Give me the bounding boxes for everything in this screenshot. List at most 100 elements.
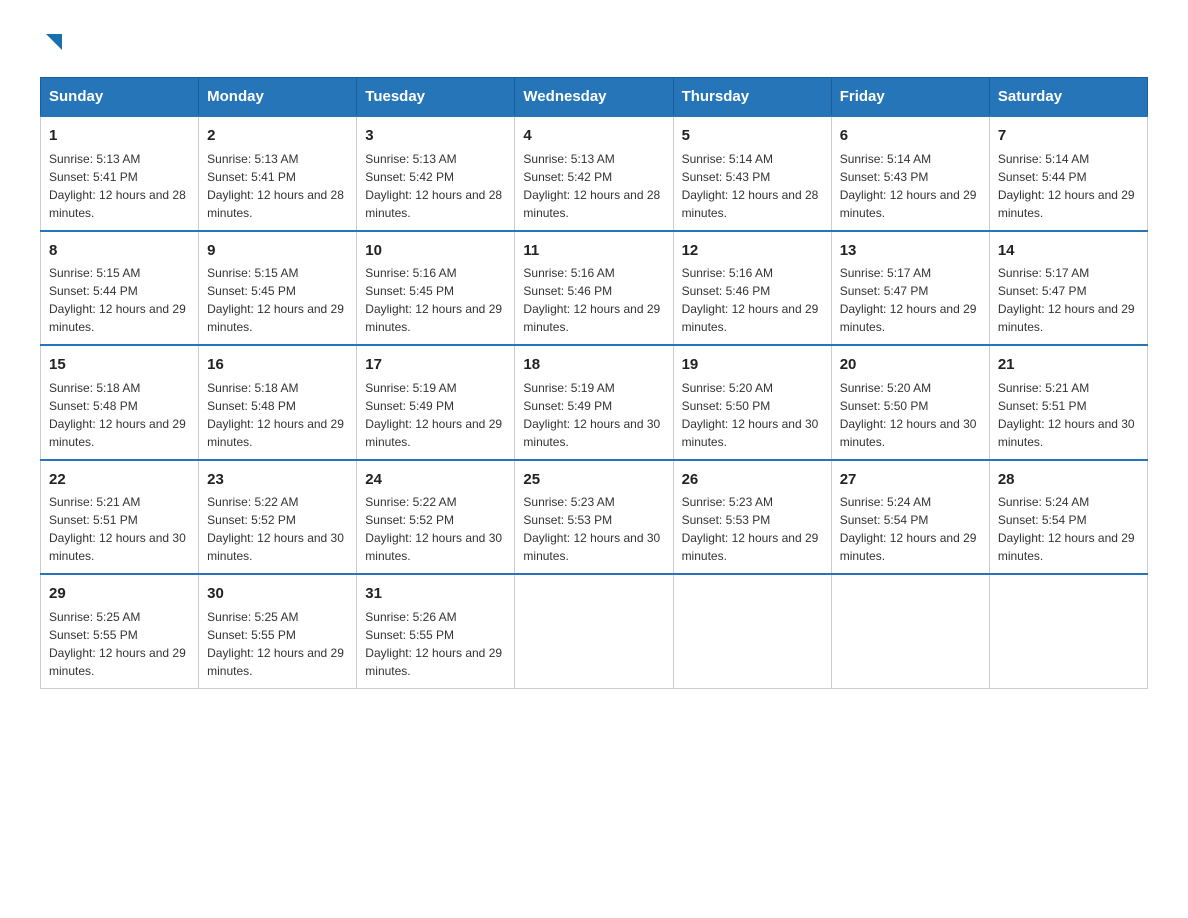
day-number: 14	[998, 240, 1139, 263]
day-number: 13	[840, 240, 981, 263]
day-info: Sunrise: 5:18 AMSunset: 5:48 PMDaylight:…	[207, 379, 348, 451]
day-number: 7	[998, 125, 1139, 148]
day-number: 29	[49, 583, 190, 606]
calendar-cell: 18Sunrise: 5:19 AMSunset: 5:49 PMDayligh…	[515, 345, 673, 460]
day-number: 18	[523, 354, 664, 377]
day-number: 19	[682, 354, 823, 377]
day-number: 1	[49, 125, 190, 148]
calendar-cell	[831, 574, 989, 688]
calendar-header-row: SundayMondayTuesdayWednesdayThursdayFrid…	[41, 78, 1148, 117]
day-info: Sunrise: 5:13 AMSunset: 5:41 PMDaylight:…	[207, 150, 348, 222]
day-number: 4	[523, 125, 664, 148]
calendar-week-row: 8Sunrise: 5:15 AMSunset: 5:44 PMDaylight…	[41, 231, 1148, 346]
calendar-table: SundayMondayTuesdayWednesdayThursdayFrid…	[40, 77, 1148, 689]
day-info: Sunrise: 5:20 AMSunset: 5:50 PMDaylight:…	[840, 379, 981, 451]
calendar-cell: 6Sunrise: 5:14 AMSunset: 5:43 PMDaylight…	[831, 116, 989, 231]
day-number: 9	[207, 240, 348, 263]
calendar-cell: 7Sunrise: 5:14 AMSunset: 5:44 PMDaylight…	[989, 116, 1147, 231]
day-number: 11	[523, 240, 664, 263]
day-number: 12	[682, 240, 823, 263]
logo-triangle-icon	[42, 30, 64, 52]
column-header-friday: Friday	[831, 78, 989, 117]
day-info: Sunrise: 5:23 AMSunset: 5:53 PMDaylight:…	[682, 493, 823, 565]
day-info: Sunrise: 5:20 AMSunset: 5:50 PMDaylight:…	[682, 379, 823, 451]
calendar-week-row: 15Sunrise: 5:18 AMSunset: 5:48 PMDayligh…	[41, 345, 1148, 460]
calendar-cell: 15Sunrise: 5:18 AMSunset: 5:48 PMDayligh…	[41, 345, 199, 460]
calendar-cell: 8Sunrise: 5:15 AMSunset: 5:44 PMDaylight…	[41, 231, 199, 346]
calendar-cell: 26Sunrise: 5:23 AMSunset: 5:53 PMDayligh…	[673, 460, 831, 575]
day-number: 15	[49, 354, 190, 377]
calendar-cell: 19Sunrise: 5:20 AMSunset: 5:50 PMDayligh…	[673, 345, 831, 460]
day-info: Sunrise: 5:16 AMSunset: 5:45 PMDaylight:…	[365, 264, 506, 336]
day-info: Sunrise: 5:26 AMSunset: 5:55 PMDaylight:…	[365, 608, 506, 680]
day-number: 2	[207, 125, 348, 148]
column-header-wednesday: Wednesday	[515, 78, 673, 117]
day-info: Sunrise: 5:17 AMSunset: 5:47 PMDaylight:…	[840, 264, 981, 336]
day-info: Sunrise: 5:15 AMSunset: 5:44 PMDaylight:…	[49, 264, 190, 336]
calendar-cell	[989, 574, 1147, 688]
calendar-cell: 5Sunrise: 5:14 AMSunset: 5:43 PMDaylight…	[673, 116, 831, 231]
calendar-cell: 12Sunrise: 5:16 AMSunset: 5:46 PMDayligh…	[673, 231, 831, 346]
day-number: 6	[840, 125, 981, 148]
calendar-cell: 13Sunrise: 5:17 AMSunset: 5:47 PMDayligh…	[831, 231, 989, 346]
column-header-thursday: Thursday	[673, 78, 831, 117]
calendar-cell: 22Sunrise: 5:21 AMSunset: 5:51 PMDayligh…	[41, 460, 199, 575]
logo	[40, 30, 64, 57]
calendar-cell	[515, 574, 673, 688]
day-info: Sunrise: 5:23 AMSunset: 5:53 PMDaylight:…	[523, 493, 664, 565]
day-number: 10	[365, 240, 506, 263]
day-info: Sunrise: 5:21 AMSunset: 5:51 PMDaylight:…	[49, 493, 190, 565]
day-number: 25	[523, 469, 664, 492]
day-info: Sunrise: 5:25 AMSunset: 5:55 PMDaylight:…	[49, 608, 190, 680]
day-info: Sunrise: 5:19 AMSunset: 5:49 PMDaylight:…	[523, 379, 664, 451]
day-info: Sunrise: 5:24 AMSunset: 5:54 PMDaylight:…	[998, 493, 1139, 565]
calendar-cell: 11Sunrise: 5:16 AMSunset: 5:46 PMDayligh…	[515, 231, 673, 346]
calendar-cell: 4Sunrise: 5:13 AMSunset: 5:42 PMDaylight…	[515, 116, 673, 231]
day-info: Sunrise: 5:14 AMSunset: 5:44 PMDaylight:…	[998, 150, 1139, 222]
day-number: 16	[207, 354, 348, 377]
day-number: 22	[49, 469, 190, 492]
column-header-monday: Monday	[199, 78, 357, 117]
day-info: Sunrise: 5:16 AMSunset: 5:46 PMDaylight:…	[523, 264, 664, 336]
calendar-cell: 14Sunrise: 5:17 AMSunset: 5:47 PMDayligh…	[989, 231, 1147, 346]
calendar-cell: 20Sunrise: 5:20 AMSunset: 5:50 PMDayligh…	[831, 345, 989, 460]
day-info: Sunrise: 5:25 AMSunset: 5:55 PMDaylight:…	[207, 608, 348, 680]
calendar-cell: 23Sunrise: 5:22 AMSunset: 5:52 PMDayligh…	[199, 460, 357, 575]
calendar-cell: 24Sunrise: 5:22 AMSunset: 5:52 PMDayligh…	[357, 460, 515, 575]
calendar-cell: 10Sunrise: 5:16 AMSunset: 5:45 PMDayligh…	[357, 231, 515, 346]
page-header	[40, 30, 1148, 57]
day-info: Sunrise: 5:16 AMSunset: 5:46 PMDaylight:…	[682, 264, 823, 336]
day-number: 3	[365, 125, 506, 148]
column-header-saturday: Saturday	[989, 78, 1147, 117]
calendar-cell: 29Sunrise: 5:25 AMSunset: 5:55 PMDayligh…	[41, 574, 199, 688]
calendar-cell: 27Sunrise: 5:24 AMSunset: 5:54 PMDayligh…	[831, 460, 989, 575]
day-info: Sunrise: 5:17 AMSunset: 5:47 PMDaylight:…	[998, 264, 1139, 336]
calendar-cell: 17Sunrise: 5:19 AMSunset: 5:49 PMDayligh…	[357, 345, 515, 460]
day-info: Sunrise: 5:24 AMSunset: 5:54 PMDaylight:…	[840, 493, 981, 565]
day-info: Sunrise: 5:18 AMSunset: 5:48 PMDaylight:…	[49, 379, 190, 451]
day-number: 24	[365, 469, 506, 492]
calendar-cell: 21Sunrise: 5:21 AMSunset: 5:51 PMDayligh…	[989, 345, 1147, 460]
day-number: 31	[365, 583, 506, 606]
calendar-cell: 28Sunrise: 5:24 AMSunset: 5:54 PMDayligh…	[989, 460, 1147, 575]
day-info: Sunrise: 5:22 AMSunset: 5:52 PMDaylight:…	[207, 493, 348, 565]
calendar-cell: 3Sunrise: 5:13 AMSunset: 5:42 PMDaylight…	[357, 116, 515, 231]
day-info: Sunrise: 5:15 AMSunset: 5:45 PMDaylight:…	[207, 264, 348, 336]
calendar-cell: 30Sunrise: 5:25 AMSunset: 5:55 PMDayligh…	[199, 574, 357, 688]
day-number: 20	[840, 354, 981, 377]
calendar-week-row: 1 Sunrise: 5:13 AMSunset: 5:41 PMDaylight…	[41, 116, 1148, 231]
calendar-cell: 1Sunrise: 5:13 AMSunset: 5:41 PMDaylight…	[41, 116, 199, 231]
calendar-cell: 31Sunrise: 5:26 AMSunset: 5:55 PMDayligh…	[357, 574, 515, 688]
day-number: 17	[365, 354, 506, 377]
calendar-cell	[673, 574, 831, 688]
day-number: 28	[998, 469, 1139, 492]
calendar-cell: 16Sunrise: 5:18 AMSunset: 5:48 PMDayligh…	[199, 345, 357, 460]
day-info: Sunrise: 5:13 AMSunset: 5:42 PMDaylight:…	[523, 150, 664, 222]
day-number: 26	[682, 469, 823, 492]
day-number: 8	[49, 240, 190, 263]
calendar-week-row: 29Sunrise: 5:25 AMSunset: 5:55 PMDayligh…	[41, 574, 1148, 688]
day-info: Sunrise: 5:19 AMSunset: 5:49 PMDaylight:…	[365, 379, 506, 451]
day-number: 23	[207, 469, 348, 492]
calendar-week-row: 22Sunrise: 5:21 AMSunset: 5:51 PMDayligh…	[41, 460, 1148, 575]
day-info: Sunrise: 5:14 AMSunset: 5:43 PMDaylight:…	[840, 150, 981, 222]
